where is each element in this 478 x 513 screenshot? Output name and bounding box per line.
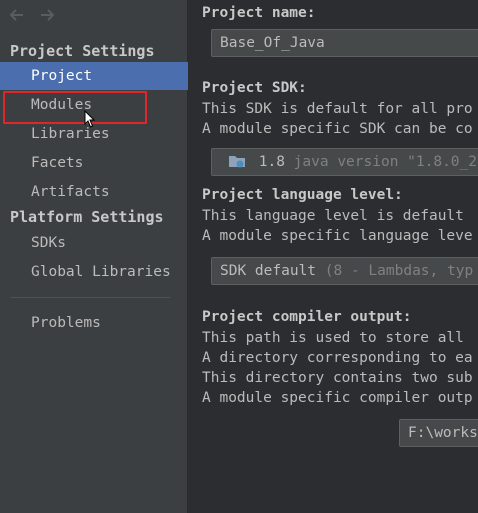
sidebar-item-project[interactable]: Project bbox=[0, 62, 188, 90]
sidebar-divider bbox=[10, 297, 170, 298]
compiler-output-value: F:\workspace\out bbox=[408, 425, 478, 441]
project-settings-panel: Project name: Base_Of_Java Project SDK: … bbox=[189, 0, 478, 513]
project-sdk-label: Project SDK: bbox=[202, 80, 307, 96]
compiler-output-desc-line: A directory corresponding to ea bbox=[202, 350, 473, 366]
sidebar-item-facets[interactable]: Facets bbox=[0, 149, 188, 177]
language-level-detail: (8 - Lambdas, typ bbox=[324, 263, 474, 279]
sidebar-item-artifacts[interactable]: Artifacts bbox=[0, 178, 188, 206]
sidebar-item-label: Project bbox=[31, 68, 93, 84]
compiler-output-input[interactable]: F:\workspace\out bbox=[399, 419, 478, 447]
annotation-highlight-box bbox=[3, 91, 147, 124]
sdk-version: 1.8 bbox=[258, 154, 285, 170]
language-level-desc-line: A module specific language leve bbox=[202, 228, 473, 244]
sdk-version-detail: java version "1.8.0_2 bbox=[293, 154, 477, 170]
language-level-desc-line: This language level is default bbox=[202, 208, 464, 224]
compiler-output-desc-line: This directory contains two sub bbox=[202, 370, 473, 386]
settings-sidebar: Project Settings Project Modules Librari… bbox=[0, 0, 188, 513]
project-sdk-desc-line: A module specific SDK can be co bbox=[202, 121, 473, 137]
language-level-dropdown[interactable]: SDK default (8 - Lambdas, typ bbox=[211, 257, 478, 285]
project-name-label: Project name: bbox=[202, 5, 316, 21]
platform-settings-header: Platform Settings bbox=[10, 208, 164, 226]
back-arrow-icon[interactable] bbox=[8, 6, 26, 24]
language-level-value: SDK default bbox=[220, 263, 317, 279]
forward-arrow-icon[interactable] bbox=[38, 6, 56, 24]
folder-sdk-icon bbox=[229, 155, 245, 167]
project-sdk-dropdown[interactable]: 1.8 java version "1.8.0_2 bbox=[211, 148, 478, 176]
project-name-input[interactable]: Base_Of_Java bbox=[211, 29, 478, 57]
compiler-output-desc-line: This path is used to store all bbox=[202, 330, 464, 346]
nav-arrows bbox=[8, 6, 56, 28]
compiler-output-desc-line: A module specific compiler outp bbox=[202, 390, 473, 406]
project-name-value: Base_Of_Java bbox=[220, 35, 325, 51]
sidebar-item-label: Problems bbox=[31, 315, 101, 331]
project-settings-header: Project Settings bbox=[10, 42, 155, 60]
sidebar-item-sdks[interactable]: SDKs bbox=[0, 229, 188, 257]
sidebar-item-label: SDKs bbox=[31, 235, 66, 251]
sidebar-item-problems[interactable]: Problems bbox=[0, 309, 188, 337]
sidebar-item-label: Libraries bbox=[31, 126, 110, 142]
project-sdk-desc-line: This SDK is default for all pro bbox=[202, 101, 473, 117]
sidebar-item-label: Artifacts bbox=[31, 184, 110, 200]
mouse-cursor-icon bbox=[84, 110, 96, 128]
sidebar-item-label: Facets bbox=[31, 155, 84, 171]
language-level-label: Project language level: bbox=[202, 187, 403, 203]
sidebar-item-global-libraries[interactable]: Global Libraries bbox=[0, 258, 188, 286]
compiler-output-label: Project compiler output: bbox=[202, 309, 412, 325]
sidebar-item-label: Global Libraries bbox=[31, 264, 171, 280]
